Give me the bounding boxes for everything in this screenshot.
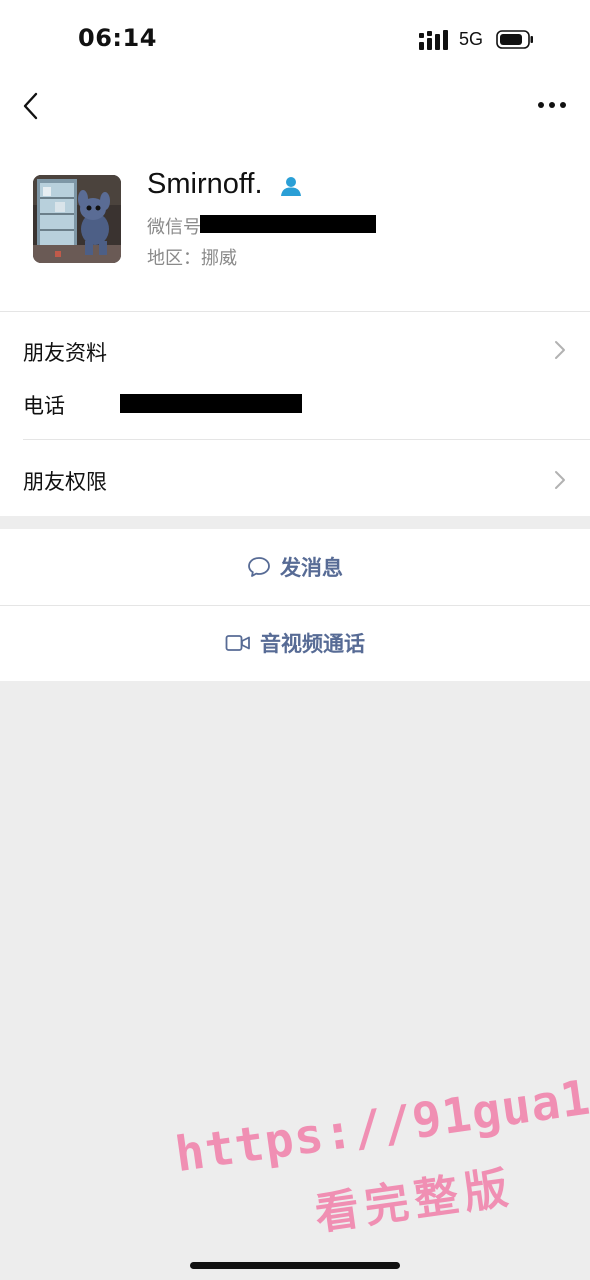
actions-section: 发消息 音视频通话 <box>0 529 590 681</box>
battery-icon <box>496 30 533 49</box>
status-time: 06:14 <box>78 24 157 52</box>
chat-bubble-icon <box>248 557 270 577</box>
video-camera-icon <box>225 635 250 651</box>
watermark: https://91gua12.com 看完整版 <box>168 1042 590 1269</box>
watermark-url: https://91gua12.com <box>171 1048 590 1184</box>
redaction-bar <box>120 394 302 413</box>
friend-permissions-row[interactable]: 朋友权限 <box>0 440 590 516</box>
wechat-id-label: 微信号: <box>147 217 208 238</box>
contact-person-icon <box>281 177 301 196</box>
profile-header: Smirnoff. 微信号: 地区：挪威 <box>0 140 590 311</box>
back-chevron-icon[interactable] <box>20 91 42 121</box>
contact-name: Smirnoff. <box>147 168 263 200</box>
send-message-button[interactable]: 发消息 <box>0 529 590 605</box>
chevron-right-icon <box>555 471 565 489</box>
friend-profile-row[interactable]: 朋友资料 <box>0 312 590 378</box>
redaction-bar <box>200 215 376 233</box>
chevron-right-icon <box>555 341 565 359</box>
more-options-icon[interactable] <box>537 99 567 111</box>
friend-permissions-label: 朋友权限 <box>23 470 107 494</box>
home-indicator[interactable] <box>190 1262 400 1269</box>
info-section: 朋友资料 电话 朋友权限 <box>0 312 590 516</box>
top-nav-bar <box>0 80 590 140</box>
region-text: 地区：挪威 <box>147 248 237 269</box>
network-type: 5G <box>459 29 484 49</box>
friend-profile-label: 朋友资料 <box>23 341 107 365</box>
watermark-text: 看完整版 <box>311 1162 518 1241</box>
status-bar: 06:14 5G <box>0 0 590 80</box>
phone-label: 电话 <box>23 394 65 418</box>
video-call-button[interactable]: 音视频通话 <box>0 605 590 681</box>
avatar-photo <box>33 175 121 263</box>
video-call-label: 音视频通话 <box>260 632 365 656</box>
avatar[interactable] <box>33 175 121 263</box>
signal-icon <box>419 30 448 50</box>
send-message-label: 发消息 <box>280 556 343 580</box>
